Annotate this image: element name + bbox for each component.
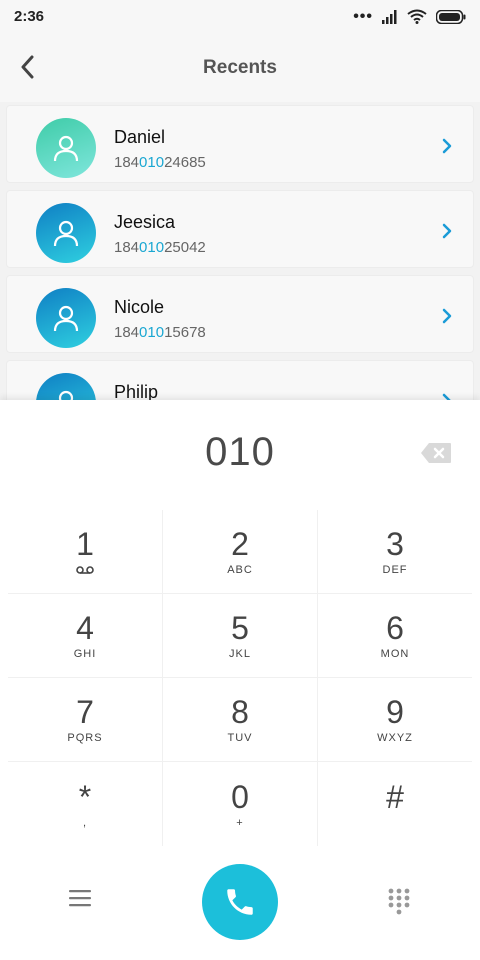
chevron-right-icon (442, 308, 452, 324)
key-digit: * (78, 778, 92, 815)
avatar (36, 288, 96, 348)
chevron-right-icon (442, 393, 451, 400)
page-title: Recents (203, 57, 277, 78)
contact-row-jeesica[interactable]: Jeesica 18401025042 (6, 190, 474, 268)
key-7[interactable]: 7 PQRS (8, 678, 163, 761)
keypad-row: 4 GHI 5 JKL 6 MON (8, 594, 472, 678)
key-letters: WXYZ (377, 732, 413, 744)
person-icon (53, 135, 79, 162)
key-letters: JKL (229, 648, 251, 660)
key-8[interactable]: 8 TUV (163, 678, 318, 761)
dialed-number-display: 010 (205, 430, 275, 474)
key-0[interactable]: 0 + (163, 762, 318, 846)
key-letters: ABC (227, 564, 253, 576)
recents-list[interactable]: Daniel 18401024685 Jeesica 18401025042 N… (0, 102, 480, 400)
status-icons: ••• (353, 7, 466, 25)
voicemail-icon (76, 566, 94, 574)
key-letters: , (82, 816, 88, 829)
contact-number: 18401015678 (114, 324, 206, 341)
key-digit: 5 (231, 610, 249, 646)
contact-number: 18401025042 (114, 239, 206, 256)
key-digit: 6 (386, 610, 404, 646)
contact-row-philip[interactable]: Philip 184010 (6, 360, 474, 400)
key-digit: 0 (231, 778, 249, 815)
person-icon (53, 220, 79, 247)
key-digit: 1 (76, 526, 94, 562)
keypad-row: 7 PQRS 8 TUV 9 WXYZ (8, 678, 472, 762)
key-letters: GHI (73, 648, 97, 660)
key-1[interactable]: 1 (8, 510, 163, 593)
key-star[interactable]: * , (8, 762, 163, 846)
key-letters: TUV (227, 732, 253, 744)
backspace-icon[interactable] (420, 442, 452, 464)
signal-icon (382, 9, 397, 24)
chevron-right-icon (442, 223, 452, 239)
call-button[interactable] (202, 864, 278, 940)
key-digit: 7 (76, 694, 94, 730)
phone-icon (227, 889, 253, 915)
keypad: 1 2 ABC 3 DEF 4 GHI 5 JKL 6 MON 7 PQRS 8… (8, 510, 472, 846)
avatar (36, 373, 96, 400)
contact-name: Jeesica (114, 212, 176, 232)
key-3[interactable]: 3 DEF (318, 510, 472, 593)
person-icon (53, 305, 79, 332)
key-digit: 4 (76, 610, 94, 646)
dialer-panel: 010 1 2 ABC 3 DEF 4 GHI 5 JKL 6 MON 7 PQ… (0, 400, 480, 960)
key-digit: 8 (231, 694, 249, 730)
key-6[interactable]: 6 MON (318, 594, 472, 677)
chevron-right-icon (442, 138, 452, 154)
menu-icon[interactable] (68, 888, 92, 908)
key-4[interactable]: 4 GHI (8, 594, 163, 677)
more-dots-icon: ••• (353, 7, 373, 25)
key-digit: 9 (386, 694, 404, 730)
keypad-grid-icon[interactable] (387, 887, 411, 915)
keypad-row: 1 2 ABC 3 DEF (8, 510, 472, 594)
key-2[interactable]: 2 ABC (163, 510, 318, 593)
key-digit: 2 (231, 526, 249, 562)
status-time: 2:36 (14, 8, 45, 25)
key-digit: 3 (386, 526, 404, 562)
keypad-row: * , 0 + # (8, 762, 472, 846)
key-letters: + (236, 816, 244, 829)
header: Recents (0, 36, 480, 102)
key-hash[interactable]: # (318, 762, 472, 846)
avatar (36, 118, 96, 178)
key-letters: PQRS (67, 732, 103, 744)
key-digit: # (386, 778, 404, 815)
wifi-icon (407, 9, 427, 24)
contact-name: Philip (114, 382, 159, 400)
contact-name: Daniel (114, 127, 166, 147)
battery-icon (436, 9, 466, 24)
status-bar: 2:36 ••• (0, 0, 480, 36)
key-letters: MON (380, 648, 410, 660)
contact-name: Nicole (114, 297, 165, 317)
contact-number: 18401024685 (114, 154, 206, 171)
key-5[interactable]: 5 JKL (163, 594, 318, 677)
key-letters: DEF (382, 564, 408, 576)
person-icon (58, 390, 74, 400)
key-9[interactable]: 9 WXYZ (318, 678, 472, 761)
contact-row-nicole[interactable]: Nicole 18401015678 (6, 275, 474, 353)
contact-row-daniel[interactable]: Daniel 18401024685 (6, 105, 474, 183)
dialer-bottom-bar (0, 862, 480, 946)
avatar (36, 203, 96, 263)
